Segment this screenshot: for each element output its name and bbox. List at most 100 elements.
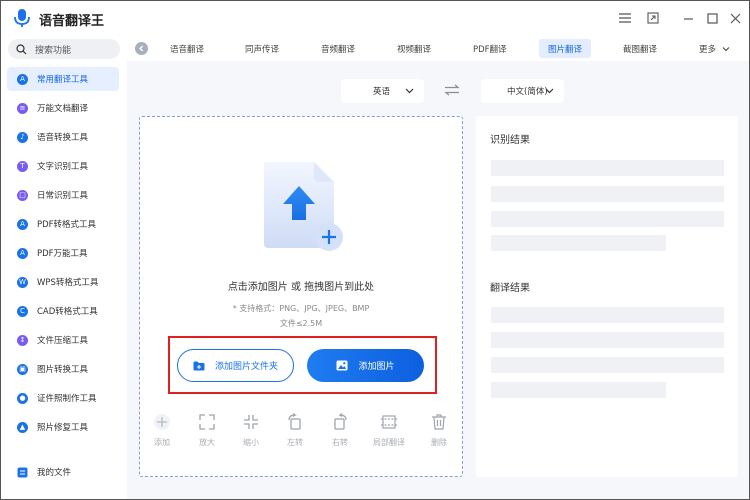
- list-icon: [17, 467, 28, 477]
- sidebar-item-label: 万能文档翻译: [37, 104, 89, 114]
- app-logo-icon: [14, 9, 30, 27]
- sidebar: 搜索功能 A 常用翻译工具 ≡ 万能文档翻译 ♪ 语音转换工具 T 文字识别工具…: [1, 37, 127, 499]
- image-icon: [336, 360, 348, 371]
- pdf-icon: A: [17, 218, 28, 230]
- add-image-folder-button[interactable]: 添加图片文件夹: [177, 349, 294, 382]
- maximize-icon[interactable]: [704, 10, 720, 26]
- tool-partial-translate[interactable]: 局部翻译: [369, 412, 409, 448]
- result-panel: 识别结果 翻译结果: [476, 116, 738, 477]
- chevron-down-icon: [405, 88, 414, 94]
- sidebar-item-label: 证件照制作工具: [37, 394, 97, 404]
- scan-icon: □: [17, 189, 28, 201]
- restore-app-icon[interactable]: [645, 10, 661, 26]
- sidebar-item-label: CAD转格式工具: [37, 307, 98, 317]
- translation-placeholder-line: [491, 382, 666, 398]
- sidebar-item-document-translate[interactable]: ≡ 万能文档翻译: [7, 96, 119, 120]
- tool-delete[interactable]: 删除: [419, 412, 459, 448]
- file-size-limit: 文件≤2.5M: [279, 319, 323, 328]
- tool-rotate-left[interactable]: 左转: [275, 412, 315, 448]
- recognition-result-title: 识别结果: [490, 135, 530, 146]
- tab-bar: 语音翻译 同声传译 音频翻译 视频翻译 PDF翻译 图片翻译 截图翻译 更多: [127, 37, 749, 61]
- sidebar-item-label: PDF转格式工具: [37, 220, 97, 230]
- minimize-icon[interactable]: [680, 10, 696, 26]
- tool-zoom-out[interactable]: 缩小: [231, 412, 271, 448]
- tab-video-translate[interactable]: 视频翻译: [388, 39, 440, 58]
- search-input[interactable]: 搜索功能: [8, 39, 120, 59]
- document-icon: ≡: [17, 102, 28, 114]
- image-convert-icon: ▣: [17, 363, 28, 375]
- swap-languages-icon[interactable]: [444, 84, 460, 96]
- add-image-folder-label: 添加图片文件夹: [214, 362, 278, 372]
- sidebar-item-photo-repair[interactable]: ▲ 照片修复工具: [7, 415, 119, 439]
- target-language-select[interactable]: 中文(简体): [481, 79, 564, 103]
- sidebar-item-cad-convert[interactable]: C CAD转格式工具: [7, 299, 119, 323]
- app-window: 语音翻译王 搜索功能 A 常用翻译工具 ≡ 万能文档翻译 ♪ 语音转换工具 T …: [0, 0, 750, 500]
- tab-image-translate[interactable]: 图片翻译: [539, 39, 592, 58]
- tool-label: 删除: [431, 438, 447, 447]
- sidebar-item-label: 文件压缩工具: [37, 336, 89, 346]
- sidebar-item-text-recognition[interactable]: T 文字识别工具: [7, 154, 119, 178]
- tool-zoom-in[interactable]: 放大: [187, 412, 227, 448]
- close-icon[interactable]: [727, 10, 743, 26]
- chevron-down-icon: [545, 88, 554, 94]
- sidebar-item-label: 语音转换工具: [37, 133, 89, 143]
- search-icon: [16, 43, 27, 54]
- tab-voice-translate[interactable]: 语音翻译: [161, 39, 213, 58]
- tab-audio-translate[interactable]: 音频翻译: [312, 39, 364, 58]
- chevron-down-icon: [722, 46, 730, 51]
- recognition-placeholder-line: [491, 211, 724, 227]
- add-image-label: 添加图片: [358, 362, 395, 372]
- sidebar-item-id-photo[interactable]: ● 证件照制作工具: [7, 386, 119, 410]
- crop-icon: [381, 415, 397, 429]
- source-language-select[interactable]: 英语: [341, 79, 424, 103]
- sidebar-item-pdf-convert[interactable]: A PDF转格式工具: [7, 212, 119, 236]
- compress-icon: ↕: [17, 334, 28, 346]
- tool-label: 右转: [332, 438, 348, 447]
- sidebar-item-label: 文字识别工具: [37, 162, 89, 172]
- title-bar: 语音翻译王: [1, 1, 749, 37]
- tab-pdf-translate[interactable]: PDF翻译: [464, 39, 516, 58]
- target-language-value: 中文(简体): [507, 87, 548, 97]
- upload-document-icon: [264, 162, 343, 251]
- sidebar-item-wps-convert[interactable]: W WPS转格式工具: [7, 270, 119, 294]
- tool-label: 左转: [287, 438, 303, 447]
- app-title: 语音翻译王: [39, 14, 105, 29]
- translation-placeholder-line: [491, 307, 724, 323]
- tool-label: 放大: [199, 438, 215, 447]
- tool-label: 缩小: [243, 438, 259, 447]
- tab-simultaneous[interactable]: 同声传译: [236, 39, 288, 58]
- upload-hint: 点击添加图片 或 拖拽图片到此处: [227, 282, 375, 293]
- folder-icon: [193, 361, 205, 370]
- supported-formats: * 支持格式：PNG、JPG、JPEG、BMP: [232, 304, 370, 313]
- sidebar-item-label: 我的文件: [37, 468, 72, 478]
- tab-more[interactable]: 更多: [690, 39, 739, 58]
- tab-screenshot-translate[interactable]: 截图翻译: [614, 39, 666, 58]
- add-image-button[interactable]: 添加图片: [307, 349, 424, 382]
- search-label: 搜索功能: [35, 45, 72, 56]
- back-icon[interactable]: [135, 42, 148, 55]
- rotate-left-icon: [288, 413, 301, 430]
- tool-rotate-right[interactable]: 右转: [320, 412, 360, 448]
- tool-add[interactable]: 添加: [142, 412, 182, 448]
- sidebar-item-label: WPS转格式工具: [37, 278, 99, 288]
- sidebar-item-image-convert[interactable]: ▣ 图片转换工具: [7, 357, 119, 381]
- sidebar-item-voice-convert[interactable]: ♪ 语音转换工具: [7, 125, 119, 149]
- sidebar-item-common-translate[interactable]: A 常用翻译工具: [7, 67, 119, 91]
- tool-label: 局部翻译: [373, 438, 405, 447]
- sidebar-item-daily-recognition[interactable]: □ 日常识别工具: [7, 183, 119, 207]
- expand-icon: [199, 414, 215, 430]
- menu-icon[interactable]: [617, 10, 633, 26]
- sidebar-item-file-compress[interactable]: ↕ 文件压缩工具: [7, 328, 119, 352]
- translation-placeholder-line: [491, 357, 724, 373]
- plus-icon: [154, 414, 170, 430]
- sidebar-item-my-files[interactable]: 我的文件: [7, 460, 119, 484]
- cad-icon: C: [17, 305, 28, 317]
- tab-more-label: 更多: [699, 44, 717, 55]
- translation-result-title: 翻译结果: [490, 283, 530, 294]
- tool-label: 添加: [154, 438, 170, 447]
- translate-icon: A: [17, 73, 28, 85]
- recognition-placeholder-line: [491, 186, 724, 202]
- sidebar-item-label: 照片修复工具: [37, 423, 89, 433]
- sidebar-item-pdf-tools[interactable]: A PDF万能工具: [7, 241, 119, 265]
- sidebar-item-label: 日常识别工具: [37, 191, 89, 201]
